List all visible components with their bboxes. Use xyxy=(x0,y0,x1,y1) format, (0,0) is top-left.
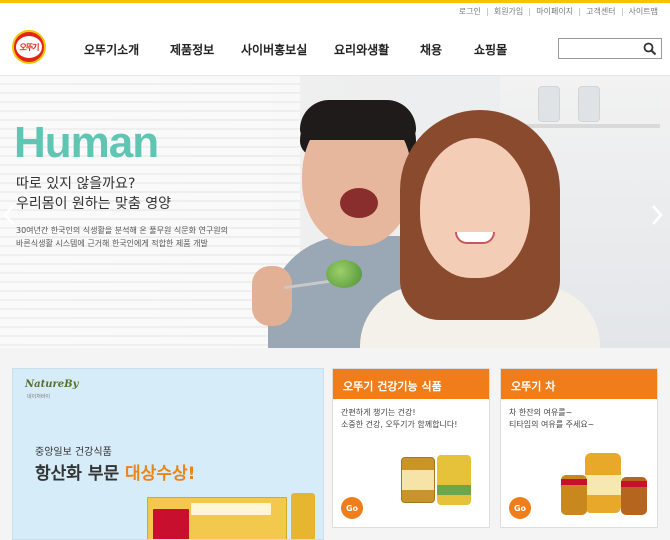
natureby-promo-banner[interactable]: NatureBy 네이처바이 중앙일보 건강식품 항산화 부문 대상수상! xyxy=(12,368,324,540)
card-text: 간편하게 챙기는 건강! 소중한 건강, 오뚜기가 함께합니다! xyxy=(341,407,457,431)
hero-title: Human xyxy=(14,118,159,167)
nav-item-products[interactable]: 제품정보 xyxy=(170,41,241,58)
tea-jar-image xyxy=(585,453,621,513)
utility-links: 로그인 회원가입 마이페이지 고객센터 사이트맵 xyxy=(453,6,664,17)
card-title: 오뚜기 건강기능 식품 xyxy=(333,369,489,399)
natureby-logo-sub: 네이처바이 xyxy=(27,394,51,400)
card-text-line2: 소중한 건강, 오뚜기가 함께합니다! xyxy=(341,420,458,429)
promo-line1: 중앙일보 건강식품 xyxy=(35,447,112,458)
tea-jar-image xyxy=(561,475,587,515)
nav-item-careers[interactable]: 채용 xyxy=(420,41,474,58)
go-button[interactable]: Go xyxy=(509,497,531,519)
prev-slide-arrow-icon[interactable] xyxy=(2,204,16,226)
next-slide-arrow-icon[interactable] xyxy=(650,204,664,226)
logo-text: 오뚜기 xyxy=(16,36,42,58)
main-header: 오뚜기 오뚜기소개 제품정보 사이버홍보실 요리와생활 채용 쇼핑몰 xyxy=(0,22,670,76)
go-button[interactable]: Go xyxy=(341,497,363,519)
health-food-card[interactable]: 오뚜기 건강기능 식품 간편하게 챙기는 건강! 소중한 건강, 오뚜기가 함께… xyxy=(332,368,490,528)
main-nav: 오뚜기소개 제품정보 사이버홍보실 요리와생활 채용 쇼핑몰 xyxy=(84,22,524,76)
search-box xyxy=(558,38,662,61)
hero-desc-line2: 바른식생활 시스템에 근거해 한국인에게 적합한 제품 개발 xyxy=(16,239,208,248)
ottogi-logo[interactable]: 오뚜기 xyxy=(12,30,46,64)
woman-face xyxy=(420,138,530,278)
hero-subtitle-line2: 우리몸이 원하는 맞춤 영양 xyxy=(16,196,172,212)
sitemap-link[interactable]: 사이트맵 xyxy=(623,6,664,17)
product-box-label xyxy=(191,503,271,515)
natureby-logo: NatureBy xyxy=(25,379,79,390)
shelf xyxy=(510,124,660,128)
tea-card[interactable]: 오뚜기 차 차 한잔의 여유를~ 티타임의 여유를 주세요~ Go xyxy=(500,368,658,528)
login-link[interactable]: 로그인 xyxy=(453,6,487,17)
jar-image xyxy=(538,86,560,122)
salad-bite xyxy=(326,260,362,288)
promo-headline-prefix: 항산화 부문 xyxy=(35,464,126,484)
mypage-link[interactable]: 마이페이지 xyxy=(530,6,579,17)
supplement-box-image xyxy=(437,455,471,505)
supplement-bottle-image xyxy=(401,457,435,503)
card-text-line1: 차 한잔의 여유를~ xyxy=(509,408,573,417)
tea-jar-image xyxy=(621,477,647,515)
woman-smile xyxy=(455,232,495,244)
nav-item-about[interactable]: 오뚜기소개 xyxy=(84,41,170,58)
customer-center-link[interactable]: 고객센터 xyxy=(580,6,621,17)
signup-link[interactable]: 회원가입 xyxy=(488,6,529,17)
promo-headline-highlight: 대상수상! xyxy=(125,464,196,484)
nav-item-pr-room[interactable]: 사이버홍보실 xyxy=(241,41,334,58)
product-bottle-image xyxy=(291,493,315,539)
card-text: 차 한잔의 여유를~ 티타임의 여유를 주세요~ xyxy=(509,407,594,431)
search-input[interactable] xyxy=(559,42,643,61)
jar-image xyxy=(578,86,600,122)
promo-headline: 항산화 부문 대상수상! xyxy=(35,459,195,484)
hand-holding-fork xyxy=(252,266,292,326)
search-icon[interactable] xyxy=(643,42,657,56)
hero-description: 30여년간 한국인의 식생활을 분석해 온 풀무원 식문화 연구원의 바른식생활… xyxy=(16,224,228,250)
nav-item-cooking-life[interactable]: 요리와생활 xyxy=(334,41,420,58)
man-hair-top xyxy=(300,100,416,140)
card-text-line1: 간편하게 챙기는 건강! xyxy=(341,408,416,417)
man-mouth xyxy=(340,188,378,218)
top-accent-line xyxy=(0,0,670,3)
product-box-image xyxy=(153,509,189,539)
hero-subtitle-line1: 따로 있지 않을까요? xyxy=(16,176,136,192)
nav-item-shop[interactable]: 쇼핑몰 xyxy=(474,41,524,58)
hero-desc-line1: 30여년간 한국인의 식생활을 분석해 온 풀무원 식문화 연구원의 xyxy=(16,226,228,235)
card-text-line2: 티타임의 여유를 주세요~ xyxy=(509,420,595,429)
hero-subtitle: 따로 있지 않을까요? 우리몸이 원하는 맞춤 영양 xyxy=(16,174,171,214)
card-title: 오뚜기 차 xyxy=(501,369,657,399)
hero-banner: Human 따로 있지 않을까요? 우리몸이 원하는 맞춤 영양 30여년간 한… xyxy=(0,76,670,348)
